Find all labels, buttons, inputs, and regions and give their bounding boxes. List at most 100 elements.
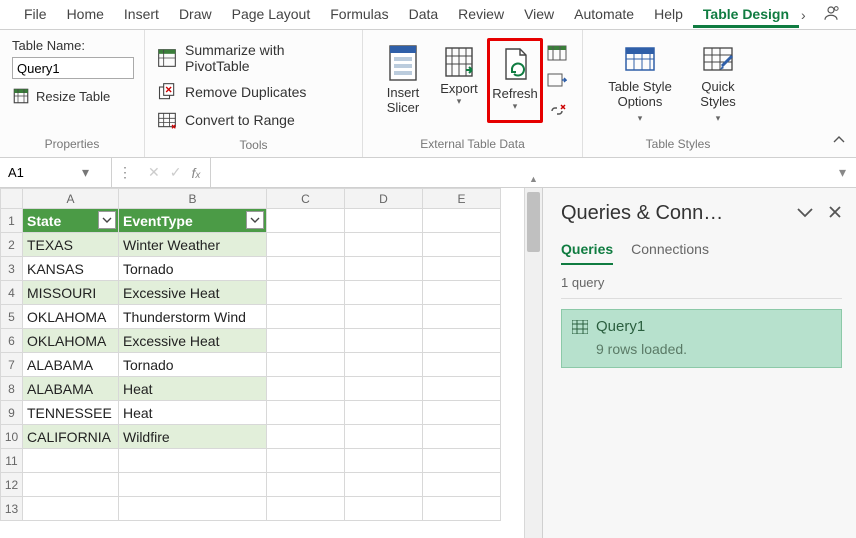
row-header[interactable]: 4 bbox=[1, 281, 23, 305]
cell-event[interactable]: Tornado bbox=[119, 257, 267, 281]
cell-event[interactable]: Excessive Heat bbox=[119, 329, 267, 353]
cell-state[interactable]: OKLAHOMA bbox=[23, 305, 119, 329]
tab-tabledesign[interactable]: Table Design bbox=[693, 1, 799, 28]
formula-input[interactable] bbox=[211, 158, 829, 187]
row-header[interactable]: 6 bbox=[1, 329, 23, 353]
row-header[interactable]: 13 bbox=[1, 497, 23, 521]
row-header[interactable]: 1 bbox=[1, 209, 23, 233]
tab-review[interactable]: Review bbox=[448, 1, 514, 28]
panel-tab-connections[interactable]: Connections bbox=[631, 241, 709, 265]
query-name: Query1 bbox=[596, 318, 645, 335]
cell-state[interactable]: MISSOURI bbox=[23, 281, 119, 305]
row-header[interactable]: 7 bbox=[1, 353, 23, 377]
row-header[interactable]: 8 bbox=[1, 377, 23, 401]
chevron-down-icon[interactable]: ▾ bbox=[82, 164, 89, 181]
tab-automate[interactable]: Automate bbox=[564, 1, 644, 28]
quick-styles-button[interactable]: Quick Styles ▾ bbox=[685, 38, 751, 125]
row-header[interactable]: 10 bbox=[1, 425, 23, 449]
panel-tab-queries[interactable]: Queries bbox=[561, 241, 613, 265]
table-header-state[interactable]: State bbox=[23, 209, 119, 233]
cell-state[interactable]: CALIFORNIA bbox=[23, 425, 119, 449]
cell-state[interactable]: KANSAS bbox=[23, 257, 119, 281]
row-header[interactable]: 3 bbox=[1, 257, 23, 281]
query-card[interactable]: Query1 9 rows loaded. bbox=[561, 309, 842, 368]
account-icon[interactable] bbox=[812, 0, 850, 29]
cell-event[interactable]: Tornado bbox=[119, 353, 267, 377]
remove-duplicates-button[interactable]: Remove Duplicates bbox=[157, 78, 350, 106]
group-table-styles: Table Style Options ▾ Quick Styles ▾ Tab… bbox=[583, 30, 773, 157]
tab-draw[interactable]: Draw bbox=[169, 1, 222, 28]
cell-state[interactable]: TEXAS bbox=[23, 233, 119, 257]
tab-data[interactable]: Data bbox=[399, 1, 449, 28]
cell-state[interactable]: ALABAMA bbox=[23, 353, 119, 377]
table-style-options-label: Table Style Options bbox=[603, 80, 677, 110]
summarize-pivot-button[interactable]: Summarize with PivotTable bbox=[157, 38, 350, 78]
insert-slicer-button[interactable]: Insert Slicer bbox=[375, 38, 431, 123]
unlink-small-button[interactable] bbox=[547, 102, 567, 123]
panel-title: Queries & Conn… bbox=[561, 202, 782, 225]
cell-event[interactable]: Heat bbox=[119, 401, 267, 425]
table-style-options-button[interactable]: Table Style Options ▾ bbox=[595, 38, 685, 125]
row-header[interactable]: 2 bbox=[1, 233, 23, 257]
resize-table-button[interactable]: Resize Table bbox=[12, 87, 132, 105]
col-header-c[interactable]: C bbox=[267, 189, 345, 209]
table-name-input[interactable] bbox=[12, 57, 134, 79]
name-box-input[interactable] bbox=[6, 164, 82, 181]
chevron-down-icon: ▾ bbox=[457, 97, 462, 106]
queries-connections-panel: Queries & Conn… Queries Connections 1 qu… bbox=[542, 188, 856, 538]
cell-state[interactable]: ALABAMA bbox=[23, 377, 119, 401]
panel-close-button[interactable] bbox=[828, 205, 842, 222]
chevron-right-icon[interactable]: › bbox=[799, 7, 808, 23]
panel-collapse-button[interactable] bbox=[796, 205, 814, 222]
properties-small-button[interactable] bbox=[547, 44, 567, 65]
tab-pagelayout[interactable]: Page Layout bbox=[222, 1, 321, 28]
row-header[interactable]: 11 bbox=[1, 449, 23, 473]
summarize-pivot-label: Summarize with PivotTable bbox=[185, 42, 350, 74]
scrollbar-thumb[interactable] bbox=[527, 192, 540, 252]
table-header-event[interactable]: EventType bbox=[119, 209, 267, 233]
tab-formulas[interactable]: Formulas bbox=[320, 1, 398, 28]
tab-file[interactable]: File bbox=[14, 1, 57, 28]
table-name-label: Table Name: bbox=[12, 38, 132, 53]
col-header-a[interactable]: A bbox=[23, 189, 119, 209]
col-header-b[interactable]: B bbox=[119, 189, 267, 209]
cancel-formula-icon[interactable]: ✕ bbox=[148, 164, 160, 181]
cell-event[interactable]: Winter Weather bbox=[119, 233, 267, 257]
tab-help[interactable]: Help bbox=[644, 1, 693, 28]
row-header[interactable]: 12 bbox=[1, 473, 23, 497]
row-header[interactable]: 5 bbox=[1, 305, 23, 329]
collapse-ribbon-button[interactable] bbox=[832, 133, 846, 149]
cell-event[interactable]: Wildfire bbox=[119, 425, 267, 449]
fx-icon[interactable]: fx bbox=[191, 165, 200, 181]
more-formula-icon[interactable]: ⋮ bbox=[112, 164, 138, 181]
name-box[interactable]: ▾ bbox=[0, 158, 112, 187]
external-data-small-buttons bbox=[543, 38, 573, 123]
group-tools: Summarize with PivotTable Remove Duplica… bbox=[145, 30, 363, 157]
refresh-button[interactable]: Refresh ▾ bbox=[487, 38, 543, 123]
filter-dropdown-button[interactable] bbox=[98, 211, 116, 229]
cell-event[interactable]: Excessive Heat bbox=[119, 281, 267, 305]
expand-formula-bar-icon[interactable]: ▾ bbox=[829, 164, 856, 181]
group-label-tablestyles: Table Styles bbox=[595, 133, 761, 157]
convert-to-range-button[interactable]: Convert to Range bbox=[157, 106, 350, 134]
cell-state[interactable]: OKLAHOMA bbox=[23, 329, 119, 353]
tab-insert[interactable]: Insert bbox=[114, 1, 169, 28]
spreadsheet-grid[interactable]: A B C D E 1StateEventType 2TEXASWinter We… bbox=[0, 188, 524, 538]
cell-event[interactable]: Heat bbox=[119, 377, 267, 401]
col-header-e[interactable]: E bbox=[423, 189, 501, 209]
select-all-corner[interactable] bbox=[1, 189, 23, 209]
accept-formula-icon[interactable]: ✓ bbox=[170, 164, 182, 181]
tab-view[interactable]: View bbox=[514, 1, 564, 28]
export-button[interactable]: Export ▾ bbox=[431, 38, 487, 123]
filter-dropdown-button[interactable] bbox=[246, 211, 264, 229]
row-header[interactable]: 9 bbox=[1, 401, 23, 425]
tab-home[interactable]: Home bbox=[57, 1, 114, 28]
group-label-external: External Table Data bbox=[375, 133, 570, 157]
group-label-tools: Tools bbox=[157, 134, 350, 158]
cell-state[interactable]: TENNESSEE bbox=[23, 401, 119, 425]
cell-event[interactable]: Thunderstorm Wind bbox=[119, 305, 267, 329]
table-icon bbox=[572, 320, 588, 334]
vertical-scrollbar[interactable]: ▲ bbox=[524, 188, 542, 538]
col-header-d[interactable]: D bbox=[345, 189, 423, 209]
open-in-browser-small-button[interactable] bbox=[547, 73, 567, 94]
